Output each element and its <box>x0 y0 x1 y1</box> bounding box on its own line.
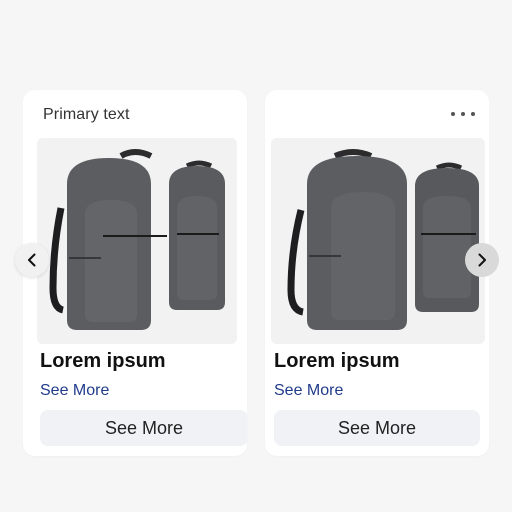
carousel-next-button[interactable] <box>465 243 499 277</box>
card-primary-text: Primary text <box>43 106 130 123</box>
product-card-2: Lorem ipsum See More See More <box>265 90 489 456</box>
card-header <box>265 90 489 138</box>
see-more-button[interactable]: See More <box>40 410 247 446</box>
card-title: Lorem ipsum <box>40 350 166 372</box>
see-more-link[interactable]: See More <box>40 382 109 400</box>
see-more-button[interactable]: See More <box>274 410 480 446</box>
backpack-image <box>37 138 237 344</box>
product-image <box>271 138 485 344</box>
product-carousel: Primary text Lorem ipsum See More See Mo… <box>0 0 512 512</box>
chevron-right-icon <box>478 253 486 267</box>
product-image <box>37 138 237 344</box>
chevron-left-icon <box>28 253 36 267</box>
card-header: Primary text <box>23 90 247 138</box>
see-more-link[interactable]: See More <box>274 382 343 400</box>
more-horizontal-icon[interactable] <box>451 106 475 122</box>
carousel-prev-button[interactable] <box>15 243 49 277</box>
card-title: Lorem ipsum <box>274 350 400 372</box>
backpack-image <box>271 138 485 344</box>
product-card-1: Primary text Lorem ipsum See More See Mo… <box>23 90 247 456</box>
